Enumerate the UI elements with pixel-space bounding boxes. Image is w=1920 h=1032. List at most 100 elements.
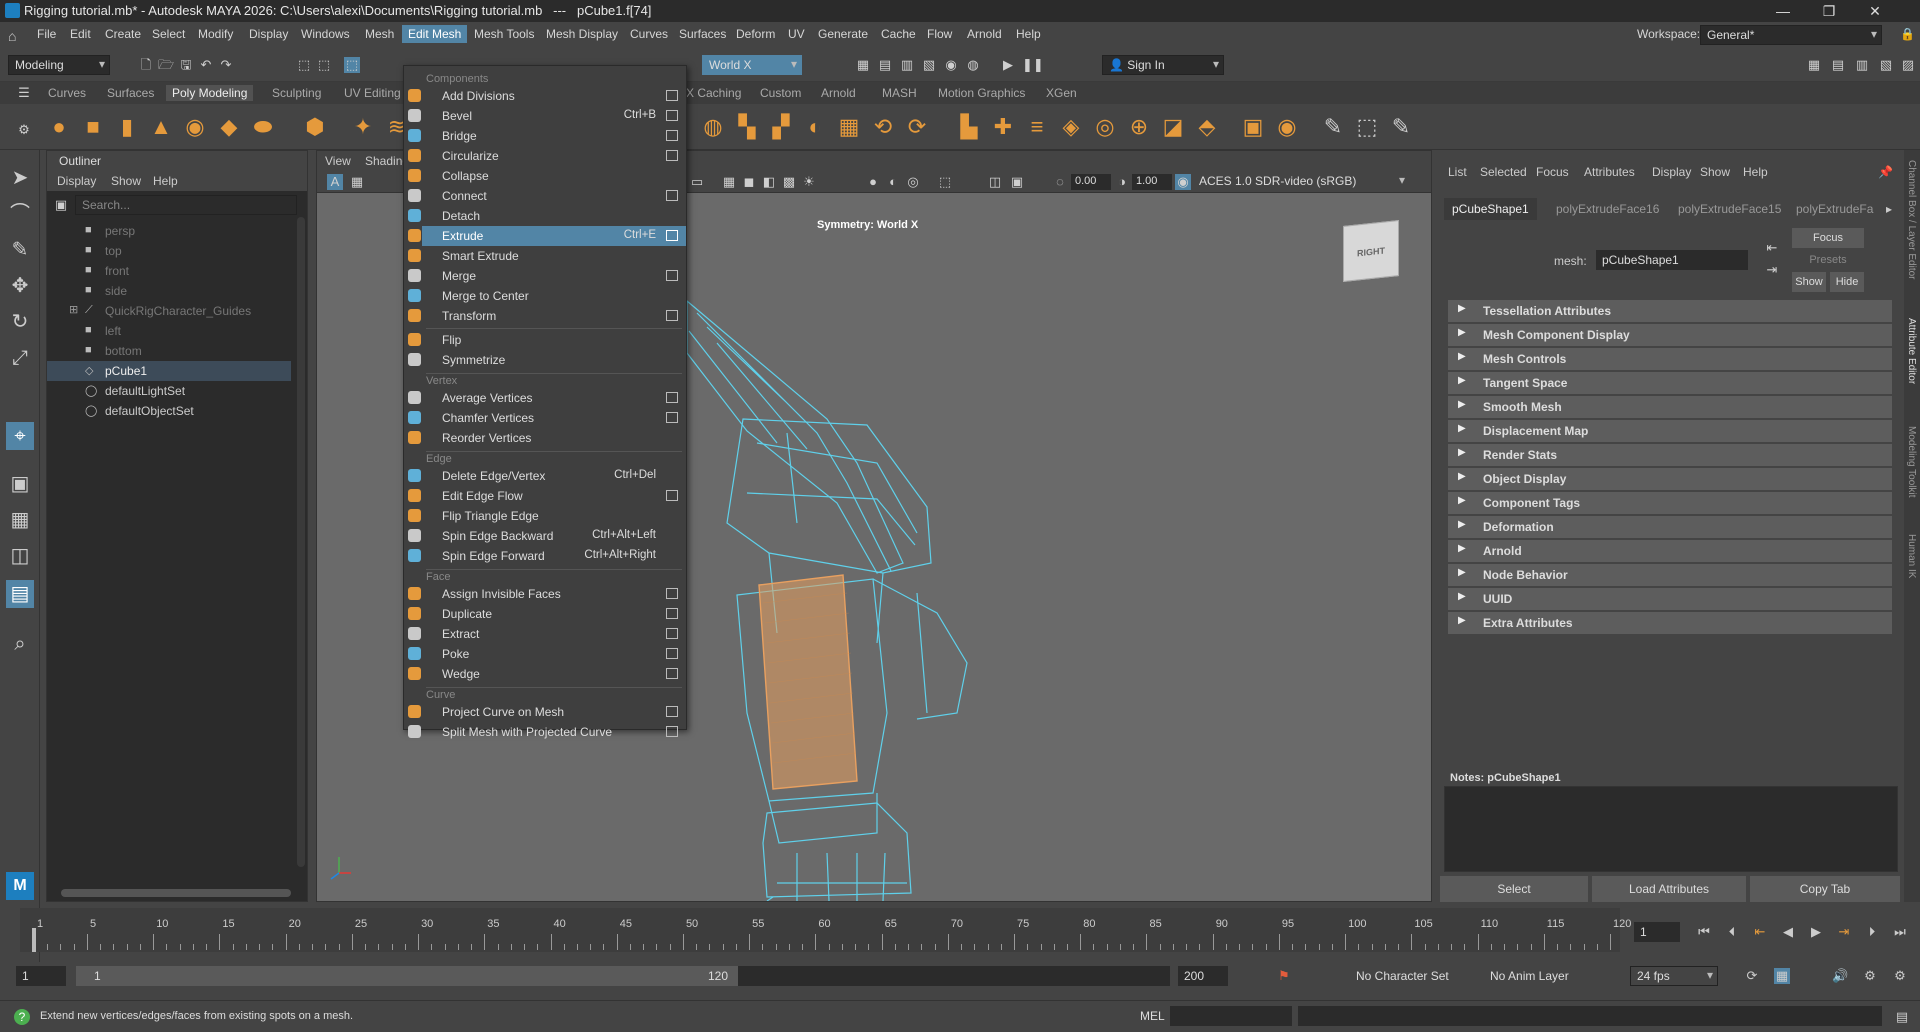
ae-menu-display[interactable]: Display [1652,165,1691,179]
menu-modify[interactable]: Modify [198,27,233,41]
attr-section-mesh-controls[interactable]: ▶ Mesh Controls [1448,348,1892,370]
single-pane-icon[interactable]: ▣ [6,470,34,498]
outliner-vertical-scrollbar[interactable] [297,217,305,867]
animation-start-field[interactable]: 1 [16,966,66,986]
option-box-icon[interactable] [666,230,678,241]
fps-dropdown[interactable]: 24 fps [1630,966,1718,986]
extrude-shelf-icon[interactable]: ▙ [956,114,982,140]
menu-item-reorder-vertices[interactable]: Reorder Vertices [408,428,686,448]
channel-box-icon[interactable]: ▧ [1878,57,1894,73]
redo-icon[interactable]: ↷ [218,57,234,73]
attr-section-deformation[interactable]: ▶ Deformation [1448,516,1892,538]
menu-select[interactable]: Select [152,27,185,41]
option-box-icon[interactable] [666,648,678,659]
auto-key-icon[interactable]: ⚑ [1276,968,1292,984]
go-to-output-icon[interactable]: ⇥ [1764,262,1780,278]
focus-button[interactable]: Focus [1792,228,1864,248]
move-tool-icon[interactable]: ✥ [6,272,34,300]
mirror-icon[interactable]: ◐ [802,114,828,140]
attr-section-tessellation-attributes[interactable]: ▶ Tessellation Attributes [1448,300,1892,322]
lasso-tool-icon[interactable]: ⌒ [6,200,34,228]
option-box-icon[interactable] [666,726,678,737]
menu-surfaces[interactable]: Surfaces [679,27,726,41]
color-management-icon[interactable]: ◉ [1175,174,1191,190]
slide-edge-icon[interactable]: ◪ [1160,114,1186,140]
character-set-dropdown[interactable]: No Character Set [1350,966,1464,986]
ambient-occlusion-icon[interactable]: ◐ [885,174,901,190]
outliner-item[interactable]: ⊞ ⟋ QuickRigCharacter_Guides [47,301,291,321]
load-attributes-button[interactable]: Load Attributes [1592,876,1746,902]
show-button[interactable]: Show [1792,272,1826,292]
menu-arnold[interactable]: Arnold [967,27,1002,41]
current-time-indicator[interactable] [32,928,36,952]
textured-icon[interactable]: ▩ [781,174,797,190]
menu-item-chamfer-vertices[interactable]: Chamfer Vertices [408,408,686,428]
option-box-icon[interactable] [666,588,678,599]
pinch-icon[interactable]: ⬘ [1194,114,1220,140]
menu-cache[interactable]: Cache [881,27,916,41]
ae-menu-attributes[interactable]: Attributes [1584,165,1635,179]
ae-tab-polyextrudeface16[interactable]: polyExtrudeFace16 [1556,202,1659,216]
insert-edge-loop-icon[interactable]: ≡ [1024,114,1050,140]
range-handle[interactable]: 1 120 [76,966,738,986]
four-pane-icon[interactable]: ▦ [6,506,34,534]
menu-item-extrude[interactable]: Extrude Ctrl+E [408,226,686,246]
save-scene-icon[interactable]: 🖫 [178,57,194,73]
outliner-item[interactable]: ◯ defaultLightSet [47,381,291,401]
menu-edit-mesh[interactable]: Edit Mesh [402,25,468,43]
menu-edit[interactable]: Edit [70,27,91,41]
shelf-tab-custom[interactable]: Custom [754,85,807,101]
menu-mesh-display[interactable]: Mesh Display [546,27,618,41]
outliner-item[interactable]: ■ side [47,281,291,301]
outliner-menu-help[interactable]: Help [153,174,178,188]
menu-flow[interactable]: Flow [927,27,952,41]
menu-item-duplicate[interactable]: Duplicate [408,604,686,624]
outliner-item[interactable]: ■ front [47,261,291,281]
close-button[interactable]: ✕ [1852,0,1898,22]
menu-mesh[interactable]: Mesh [365,27,394,41]
tab-scroll-right-icon[interactable]: ▸ [1886,202,1892,216]
poly-cone-icon[interactable]: ▲ [148,114,174,140]
menu-item-project-curve-on-mesh[interactable]: Project Curve on Mesh [408,702,686,722]
ae-menu-help[interactable]: Help [1743,165,1768,179]
menu-item-merge-to-center[interactable]: Merge to Center [408,286,686,306]
home-icon[interactable]: ⌂ [8,28,16,44]
side-tab-attribute-editor[interactable]: Attribute Editor [1906,318,1917,384]
auto-uv-icon[interactable]: ◉ [1274,114,1300,140]
menu-item-merge[interactable]: Merge [408,266,686,286]
boolean-icon[interactable]: ▦ [836,114,862,140]
workspace-dropdown[interactable]: General* [1700,25,1882,45]
shelf-tab-curves[interactable]: Curves [42,85,92,101]
render-frame-icon[interactable]: ▦ [855,57,871,73]
select-object-icon[interactable]: ⬚ [316,57,332,73]
planar-uv-icon[interactable]: ▣ [1240,114,1266,140]
tool-settings-icon[interactable]: ▥ [1854,57,1870,73]
menu-item-average-vertices[interactable]: Average Vertices [408,388,686,408]
menu-deform[interactable]: Deform [736,27,775,41]
option-box-icon[interactable] [666,130,678,141]
modeling-toolkit-icon[interactable]: ▦ [1806,57,1822,73]
wireframe-icon[interactable]: ▦ [721,174,737,190]
poly-disc-icon[interactable]: ⬬ [250,114,276,140]
menu-item-bevel[interactable]: Bevel Ctrl+B [408,106,686,126]
pin-icon[interactable]: 📌 [1878,165,1893,179]
outliner-item[interactable]: ■ bottom [47,341,291,361]
ae-menu-selected[interactable]: Selected [1480,165,1527,179]
lights-icon[interactable]: ☀ [801,174,817,190]
search-icon[interactable]: ⌕ [6,630,34,658]
viewport-menu-view[interactable]: View [325,154,351,168]
menu-display[interactable]: Display [249,27,288,41]
expand-icon[interactable]: ⊞ [69,303,78,316]
command-language-label[interactable]: MEL [1140,1009,1165,1023]
option-box-icon[interactable] [666,412,678,423]
ae-menu-list[interactable]: List [1448,165,1467,179]
menu-item-spin-edge-forward[interactable]: Spin Edge Forward Ctrl+Alt+Right [408,546,686,566]
menu-item-circularize[interactable]: Circularize [408,146,686,166]
shelf-tab-xgen[interactable]: XGen [1040,85,1083,101]
go-to-input-icon[interactable]: ⇤ [1764,240,1780,256]
presets-button[interactable]: Presets [1792,250,1864,270]
attr-section-uuid[interactable]: ▶ UUID [1448,588,1892,610]
shelf-menu-icon[interactable]: ☰ [16,85,32,101]
menu-item-add-divisions[interactable]: Add Divisions [408,86,686,106]
pause-icon[interactable]: ❚❚ [1022,57,1044,73]
